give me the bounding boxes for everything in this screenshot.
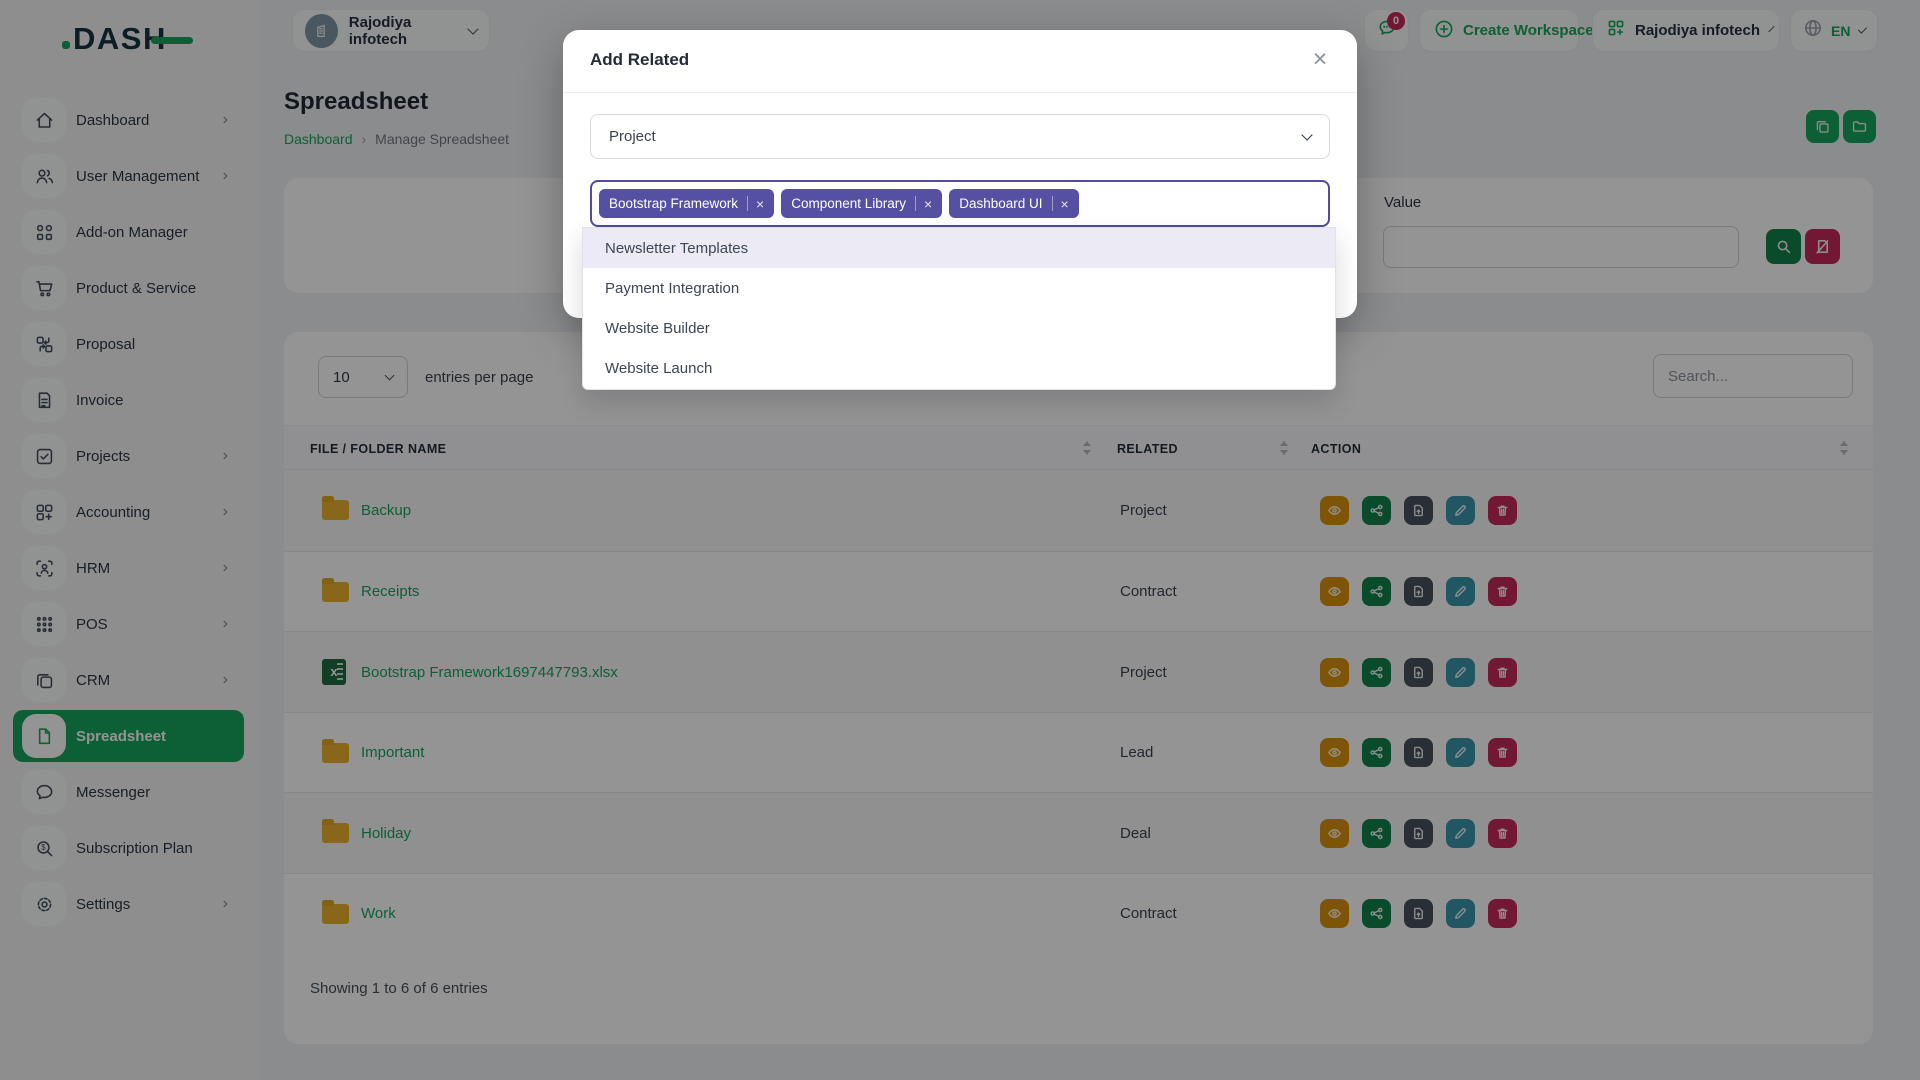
related-tag: Component Library	[781, 189, 943, 218]
remove-tag-icon[interactable]	[915, 196, 932, 212]
dropdown-option[interactable]: Website Builder	[583, 309, 1335, 349]
related-tag: Bootstrap Framework	[599, 189, 775, 218]
modal-divider	[563, 92, 1357, 93]
related-tag-label: Component Library	[791, 196, 907, 211]
related-tag: Dashboard UI	[949, 189, 1079, 218]
dropdown-option[interactable]: Newsletter Templates	[583, 228, 1335, 269]
related-options-dropdown: Newsletter Templates Payment Integration…	[582, 227, 1336, 390]
related-tag-label: Bootstrap Framework	[609, 196, 739, 211]
remove-tag-icon[interactable]	[747, 196, 764, 212]
add-related-modal: Add Related Project Bootstrap Framework …	[563, 30, 1357, 390]
related-type-value: Project	[609, 128, 656, 145]
related-multiselect[interactable]: Bootstrap Framework Component Library Da…	[590, 180, 1330, 227]
modal-title: Add Related	[590, 50, 690, 69]
dropdown-option[interactable]: Payment Integration	[583, 268, 1335, 308]
app-root: DASH Dashboard User Management	[0, 0, 1920, 1080]
remove-tag-icon[interactable]	[1052, 196, 1069, 212]
related-type-select[interactable]: Project	[590, 114, 1330, 159]
close-icon[interactable]	[1305, 44, 1335, 74]
chevron-down-icon	[1301, 129, 1313, 141]
dropdown-option[interactable]: Website Launch	[583, 349, 1335, 389]
related-tag-label: Dashboard UI	[959, 196, 1043, 211]
